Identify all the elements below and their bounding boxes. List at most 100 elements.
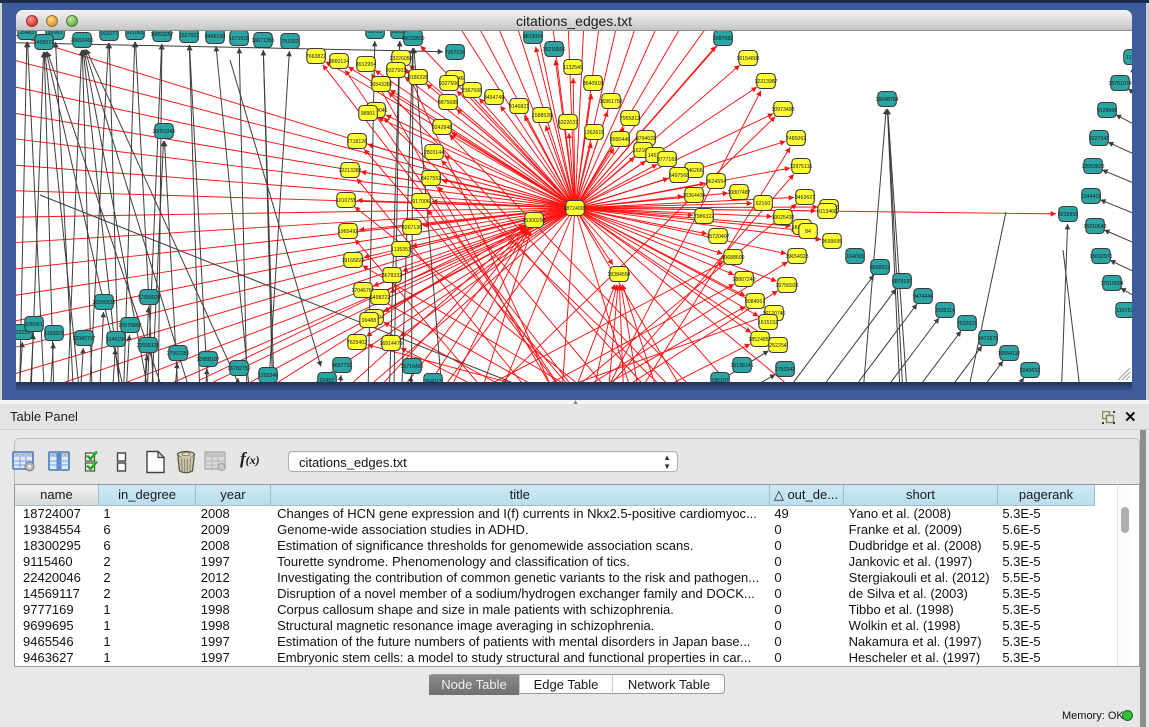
svg-text:8427552: 8427552	[421, 176, 441, 182]
svg-text:17957255: 17957255	[166, 351, 189, 357]
svg-text:16543382: 16543382	[369, 82, 392, 88]
svg-text:99488: 99488	[362, 318, 377, 324]
svg-text:7986322: 7986322	[694, 214, 714, 220]
svg-text:62160: 62160	[756, 201, 771, 207]
svg-text:7485063: 7485063	[786, 136, 806, 142]
svg-text:917006: 917006	[412, 199, 429, 205]
svg-text:15136141: 15136141	[730, 363, 753, 369]
svg-text:25300293: 25300293	[522, 218, 545, 224]
svg-text:16671355: 16671355	[251, 38, 274, 44]
svg-text:12213383: 12213383	[338, 168, 361, 174]
svg-text:19654923: 19654923	[785, 254, 808, 260]
svg-text:6879197: 6879197	[892, 279, 912, 285]
svg-text:7632621: 7632621	[957, 321, 977, 327]
svg-text:8813054: 8813054	[523, 34, 543, 40]
svg-text:9474444: 9474444	[913, 294, 933, 300]
svg-text:18807249: 18807249	[732, 277, 755, 283]
svg-text:1615152: 1615152	[758, 320, 778, 326]
svg-text:9129966: 9129966	[1097, 108, 1117, 114]
svg-text:8454749: 8454749	[484, 95, 504, 101]
svg-text:12942737: 12942737	[72, 336, 95, 342]
svg-text:17016504: 17016504	[1100, 281, 1123, 287]
svg-text:7663822: 7663822	[306, 54, 326, 60]
svg-text:8990448: 8990448	[610, 137, 630, 143]
svg-text:8267130: 8267130	[402, 225, 422, 231]
svg-text:164093: 164093	[846, 254, 863, 260]
svg-text:2087682: 2087682	[713, 36, 733, 42]
svg-text:2935114: 2935114	[935, 308, 955, 314]
svg-text:9463627: 9463627	[795, 195, 815, 201]
svg-text:15692971: 15692971	[1089, 254, 1112, 260]
svg-text:19218506: 19218506	[542, 47, 565, 53]
svg-text:9794028: 9794028	[636, 136, 656, 142]
svg-text:20053346: 20053346	[152, 129, 175, 135]
svg-text:9245652: 9245652	[1020, 368, 1040, 374]
svg-text:16782759: 16782759	[227, 366, 250, 372]
svg-text:9227342: 9227342	[1089, 136, 1109, 142]
svg-text:1071915: 1071915	[229, 36, 249, 42]
svg-text:8912954: 8912954	[356, 62, 376, 68]
svg-text:1965492: 1965492	[338, 229, 358, 235]
svg-text:1010755: 1010755	[336, 198, 356, 204]
svg-text:16210643: 16210643	[1083, 224, 1106, 230]
svg-text:15716485: 15716485	[400, 364, 423, 370]
svg-text:9777169: 9777169	[657, 157, 677, 163]
svg-text:1527602: 1527602	[179, 33, 199, 39]
svg-text:10688609: 10688609	[721, 255, 744, 261]
svg-text:16154808: 16154808	[736, 56, 759, 62]
svg-text:98901: 98901	[361, 111, 376, 117]
svg-text:13226058: 13226058	[389, 56, 412, 62]
svg-text:2718126: 2718126	[347, 139, 367, 145]
svg-text:84: 84	[805, 229, 811, 235]
svg-text:6497568: 6497568	[669, 173, 689, 179]
svg-text:3624554: 3624554	[706, 179, 726, 185]
svg-text:8640910: 8640910	[583, 81, 603, 87]
svg-text:15720407: 15720407	[706, 234, 729, 240]
svg-text:9327506: 9327506	[439, 81, 459, 87]
svg-text:8938923: 8938923	[870, 265, 890, 271]
svg-text:10025433: 10025433	[771, 215, 794, 221]
svg-text:1145194: 1145194	[106, 337, 126, 343]
svg-text:116753: 116753	[1117, 308, 1132, 314]
svg-text:19756928: 19756928	[775, 283, 798, 289]
svg-text:8471676: 8471676	[978, 336, 998, 342]
svg-text:12975115: 12975115	[790, 164, 813, 170]
svg-text:90975867: 90975867	[118, 323, 141, 329]
svg-text:20206536: 20206536	[92, 300, 115, 306]
svg-text:10958107: 10958107	[196, 357, 219, 363]
svg-text:19384554: 19384554	[607, 272, 630, 278]
svg-text:1244415: 1244415	[1081, 194, 1101, 200]
svg-text:1156829: 1156829	[44, 331, 64, 337]
svg-text:8215955: 8215955	[1058, 212, 1078, 218]
svg-text:6322037: 6322037	[558, 120, 578, 126]
svg-text:252254: 252254	[769, 343, 786, 349]
svg-text:1292346: 1292346	[258, 373, 278, 379]
svg-text:1135353: 1135353	[391, 247, 411, 253]
svg-text:9699695: 9699695	[822, 239, 842, 245]
svg-text:19166829: 19166829	[341, 258, 364, 264]
svg-text:751552: 751552	[281, 39, 298, 45]
svg-text:9657791: 9657791	[332, 363, 352, 369]
svg-text:1132549: 1132549	[563, 65, 583, 71]
svg-text:1405572: 1405572	[34, 40, 54, 46]
svg-text:18524851: 18524851	[748, 337, 771, 343]
svg-text:8678332: 8678332	[382, 273, 402, 279]
svg-text:9146821: 9146821	[509, 104, 529, 110]
svg-text:9242848: 9242848	[432, 125, 452, 131]
svg-text:16914479: 16914479	[379, 341, 402, 347]
svg-text:16648764: 16648764	[875, 97, 898, 103]
svg-text:8186328: 8186328	[408, 75, 428, 81]
svg-text:9113468: 9113468	[817, 209, 837, 215]
svg-text:163377: 163377	[100, 31, 117, 37]
svg-text:10807487: 10807487	[727, 190, 750, 196]
svg-text:12213987: 12213987	[754, 79, 777, 85]
svg-text:7955812: 7955812	[620, 116, 640, 122]
svg-text:20364436: 20364436	[682, 193, 705, 199]
svg-text:2803144: 2803144	[424, 150, 444, 156]
svg-text:11123: 11123	[1126, 55, 1132, 61]
svg-text:16033809: 16033809	[401, 36, 424, 42]
svg-text:1753342: 1753342	[775, 367, 795, 373]
svg-text:6498222: 6498222	[370, 295, 390, 301]
svg-text:1588520: 1588520	[532, 113, 552, 119]
svg-text:6466160: 6466160	[205, 34, 225, 40]
